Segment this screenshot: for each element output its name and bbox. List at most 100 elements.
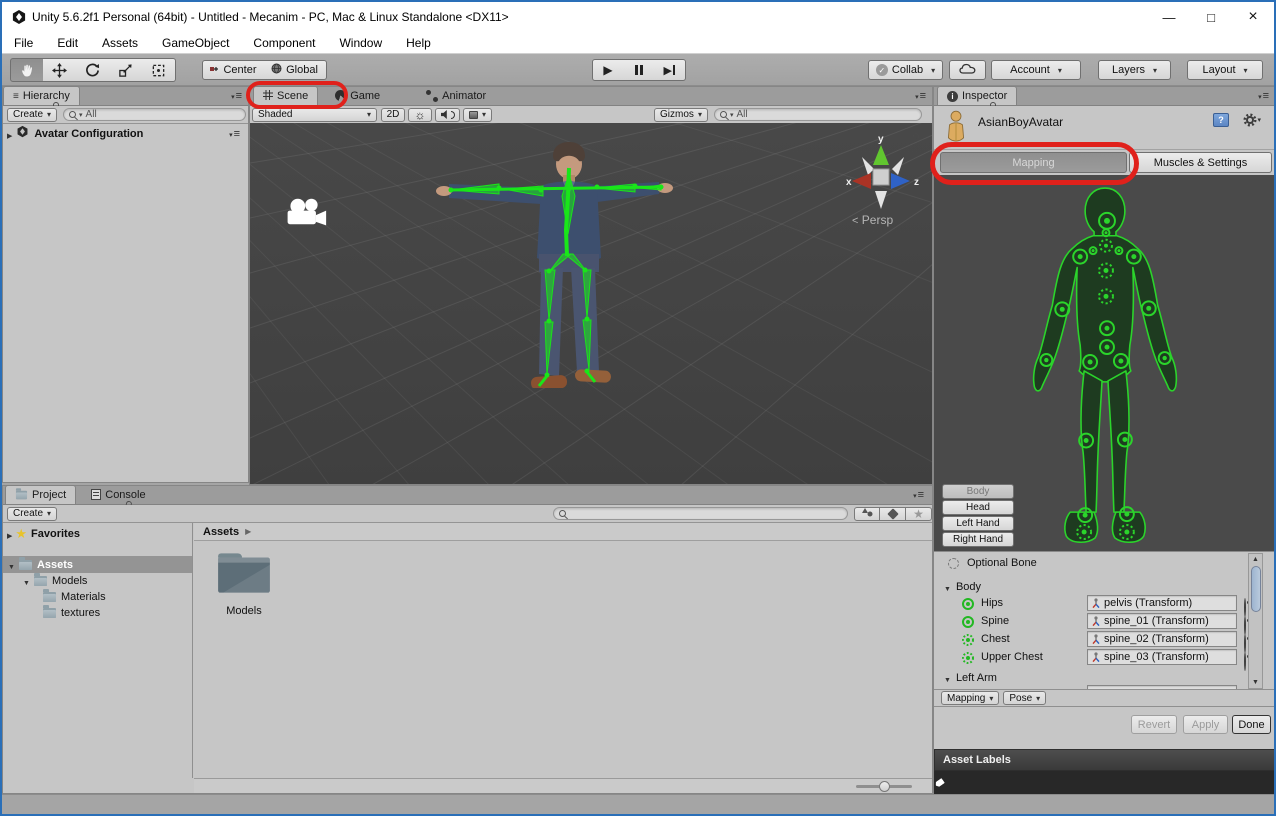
play-button[interactable]: ▶ bbox=[592, 59, 624, 81]
transform-icon bbox=[1091, 598, 1101, 609]
filter-by-label-button[interactable] bbox=[880, 507, 906, 521]
bone-label: Upper Chest bbox=[981, 651, 1043, 663]
svg-text:z: z bbox=[914, 177, 919, 188]
lighting-toggle-button[interactable]: ☼ bbox=[408, 108, 432, 122]
gizmos-dropdown[interactable]: Gizmos bbox=[654, 108, 708, 122]
expand-arrow-icon[interactable] bbox=[7, 125, 12, 143]
panel-menu-icon[interactable] bbox=[913, 489, 924, 501]
project-search[interactable] bbox=[553, 507, 848, 520]
audio-toggle-button[interactable] bbox=[435, 108, 460, 122]
help-icon[interactable]: ? bbox=[1213, 113, 1229, 127]
zoom-slider-thumb[interactable] bbox=[879, 781, 890, 792]
pose-menu-button[interactable]: Pose bbox=[1003, 691, 1046, 705]
mapping-menu-button[interactable]: Mapping bbox=[941, 691, 999, 705]
tab-inspector[interactable]: i Inspector bbox=[937, 86, 1017, 105]
maximize-button[interactable]: □ bbox=[1190, 3, 1232, 31]
projection-label: Persp bbox=[862, 213, 893, 227]
bone-object-field[interactable]: spine_03 (Transform) bbox=[1087, 649, 1237, 665]
inspector-panel: i Inspector AsianBoyAvatar ? ▾ Mapping M… bbox=[933, 86, 1276, 794]
body-part-body-button[interactable]: Body bbox=[942, 484, 1014, 499]
mapping-tab-button[interactable]: Mapping bbox=[940, 152, 1127, 173]
body-part-left-hand-button[interactable]: Left Hand bbox=[942, 516, 1014, 531]
scroll-down-icon[interactable]: ▼ bbox=[1249, 679, 1262, 686]
done-button[interactable]: Done bbox=[1232, 715, 1271, 734]
avatar-model[interactable] bbox=[435, 138, 675, 388]
bone-object-field[interactable]: spine_02 (Transform) bbox=[1087, 631, 1237, 647]
rect-tool-button[interactable] bbox=[142, 58, 176, 82]
scene-viewport[interactable]: y x z < Persp bbox=[250, 123, 932, 484]
account-button[interactable]: Account bbox=[991, 60, 1081, 80]
bone-list-scrollbar[interactable]: ▲ ▼ bbox=[1248, 553, 1263, 689]
hierarchy-search[interactable]: ▾ All bbox=[63, 108, 246, 121]
tab-console[interactable]: Console bbox=[82, 485, 154, 504]
menu-gameobject[interactable]: GameObject bbox=[150, 32, 241, 54]
camera-gizmo-icon[interactable] bbox=[284, 197, 332, 231]
scale-tool-button[interactable] bbox=[109, 58, 143, 82]
hierarchy-create-button[interactable]: Create bbox=[7, 108, 57, 122]
menu-assets[interactable]: Assets bbox=[90, 32, 150, 54]
step-button[interactable]: ▶ bbox=[654, 59, 686, 81]
hand-tool-button[interactable] bbox=[10, 58, 44, 82]
hierarchy-content[interactable]: Avatar Configuration bbox=[3, 124, 248, 482]
draw-mode-dropdown[interactable]: Shaded bbox=[252, 108, 377, 122]
effects-dropdown[interactable] bbox=[463, 108, 492, 122]
2d-toggle-button[interactable]: 2D bbox=[381, 108, 405, 122]
filter-by-type-button[interactable] bbox=[854, 507, 880, 521]
animator-icon bbox=[426, 90, 438, 102]
breadcrumb[interactable]: Assets bbox=[203, 526, 239, 538]
minimize-button[interactable]: — bbox=[1148, 3, 1190, 31]
scroll-up-icon[interactable]: ▲ bbox=[1249, 556, 1262, 563]
tree-row-materials[interactable]: Materials bbox=[3, 588, 192, 605]
menu-edit[interactable]: Edit bbox=[45, 32, 90, 54]
project-create-button[interactable]: Create bbox=[7, 507, 57, 521]
panel-menu-icon[interactable] bbox=[231, 90, 242, 102]
tab-hierarchy[interactable]: ≡ Hierarchy bbox=[3, 86, 80, 105]
pause-button[interactable] bbox=[623, 59, 655, 81]
body-part-head-button[interactable]: Head bbox=[942, 500, 1014, 515]
left-arm-section-foldout[interactable]: Left Arm bbox=[944, 669, 997, 687]
gear-icon[interactable]: ▾ bbox=[1243, 113, 1261, 127]
space-global-button[interactable]: Global bbox=[263, 60, 327, 80]
body-part-right-hand-button[interactable]: Right Hand bbox=[942, 532, 1014, 547]
bone-object-field[interactable]: spine_01 (Transform) bbox=[1087, 613, 1237, 629]
close-button[interactable]: × bbox=[1232, 3, 1274, 31]
menu-component[interactable]: Component bbox=[241, 32, 327, 54]
body-section-foldout[interactable]: Body bbox=[944, 578, 981, 596]
layers-button[interactable]: Layers bbox=[1098, 60, 1171, 80]
apply-button[interactable]: Apply bbox=[1183, 715, 1228, 734]
cloud-button[interactable] bbox=[949, 60, 986, 80]
search-input[interactable] bbox=[569, 508, 842, 519]
scrollbar-thumb[interactable] bbox=[1251, 566, 1261, 612]
projection-toggle[interactable]: < Persp bbox=[852, 213, 893, 227]
object-picker-icon[interactable] bbox=[1244, 652, 1246, 671]
menu-file[interactable]: File bbox=[2, 32, 45, 54]
asset-labels-header[interactable]: Asset Labels bbox=[934, 749, 1275, 771]
menu-help[interactable]: Help bbox=[394, 32, 443, 54]
pivot-center-button[interactable]: Center bbox=[202, 60, 264, 80]
tab-game[interactable]: Game bbox=[326, 86, 389, 105]
revert-button[interactable]: Revert bbox=[1131, 715, 1177, 734]
tab-project[interactable]: Project bbox=[5, 485, 76, 504]
bone-object-field[interactable]: pelvis (Transform) bbox=[1087, 595, 1237, 611]
move-tool-button[interactable] bbox=[43, 58, 77, 82]
favorites-row[interactable]: Favorites bbox=[3, 525, 192, 542]
panel-menu-icon[interactable] bbox=[915, 90, 926, 102]
tab-scene[interactable]: Scene bbox=[253, 86, 318, 105]
orientation-gizmo[interactable]: y x z bbox=[846, 133, 930, 217]
favorites-filter-button[interactable] bbox=[906, 507, 932, 521]
collab-button[interactable]: ✓ Collab bbox=[868, 60, 943, 80]
menu-window[interactable]: Window bbox=[327, 32, 394, 54]
rotate-tool-button[interactable] bbox=[76, 58, 110, 82]
asset-item-models[interactable]: Models bbox=[212, 549, 276, 625]
tree-row-textures[interactable]: textures bbox=[3, 604, 192, 621]
tree-row-assets[interactable]: Assets bbox=[3, 556, 192, 573]
tree-row-models[interactable]: Models bbox=[3, 572, 192, 589]
hierarchy-item-avatar-configuration[interactable]: Avatar Configuration bbox=[3, 125, 248, 142]
tab-animator[interactable]: Animator bbox=[417, 86, 495, 105]
item-menu-icon[interactable] bbox=[229, 128, 240, 140]
layout-button[interactable]: Layout bbox=[1187, 60, 1263, 80]
muscles-settings-tab-button[interactable]: Muscles & Settings bbox=[1129, 152, 1272, 173]
panel-menu-icon[interactable] bbox=[1258, 90, 1269, 102]
scene-search[interactable]: ▾ All bbox=[714, 108, 922, 121]
tree-label: Assets bbox=[37, 559, 73, 571]
